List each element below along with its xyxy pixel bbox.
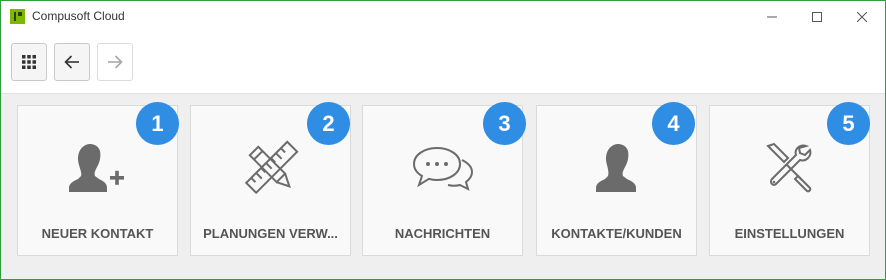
add-person-icon	[68, 143, 124, 192]
pencil-ruler-icon	[244, 140, 299, 195]
apps-grid-icon	[22, 55, 36, 69]
window-title: Compusoft Cloud	[32, 9, 125, 23]
apps-menu-button[interactable]	[11, 43, 47, 81]
minimize-button[interactable]	[749, 1, 794, 33]
chat-bubbles-icon	[412, 146, 473, 191]
forward-button[interactable]	[97, 43, 133, 81]
toolbar	[1, 33, 885, 94]
maximize-icon	[811, 12, 822, 22]
tile-badge: 2	[307, 102, 350, 145]
minimize-icon	[766, 16, 777, 18]
close-button[interactable]	[839, 1, 884, 33]
person-icon	[595, 143, 636, 192]
tile-badge: 3	[483, 102, 526, 145]
tools-icon	[765, 142, 811, 193]
tile-badge: 1	[136, 102, 179, 145]
tile-label: EINSTELLUNGEN	[734, 226, 845, 241]
tile-badge: 5	[827, 102, 870, 145]
arrow-left-icon	[64, 55, 79, 69]
tile-label: KONTAKTE/KUNDEN	[551, 226, 682, 241]
title-bar: Compusoft Cloud	[1, 1, 885, 33]
arrow-right-icon	[108, 55, 123, 69]
app-logo-icon	[10, 9, 25, 24]
tile-label: NACHRICHTEN	[394, 226, 491, 241]
back-button[interactable]	[54, 43, 90, 81]
tile-badge: 4	[652, 102, 695, 145]
app-window: Compusoft Cloud NEUER KONTAKT 1 PLANUNGE…	[0, 0, 886, 280]
tile-label: NEUER KONTAKT	[41, 226, 154, 241]
maximize-button[interactable]	[794, 1, 839, 33]
tile-label: PLANUNGEN VERW...	[203, 226, 338, 241]
close-icon	[856, 12, 867, 22]
tile-area: NEUER KONTAKT 1 PLANUNGEN VERW... 2 NACH…	[1, 94, 885, 279]
